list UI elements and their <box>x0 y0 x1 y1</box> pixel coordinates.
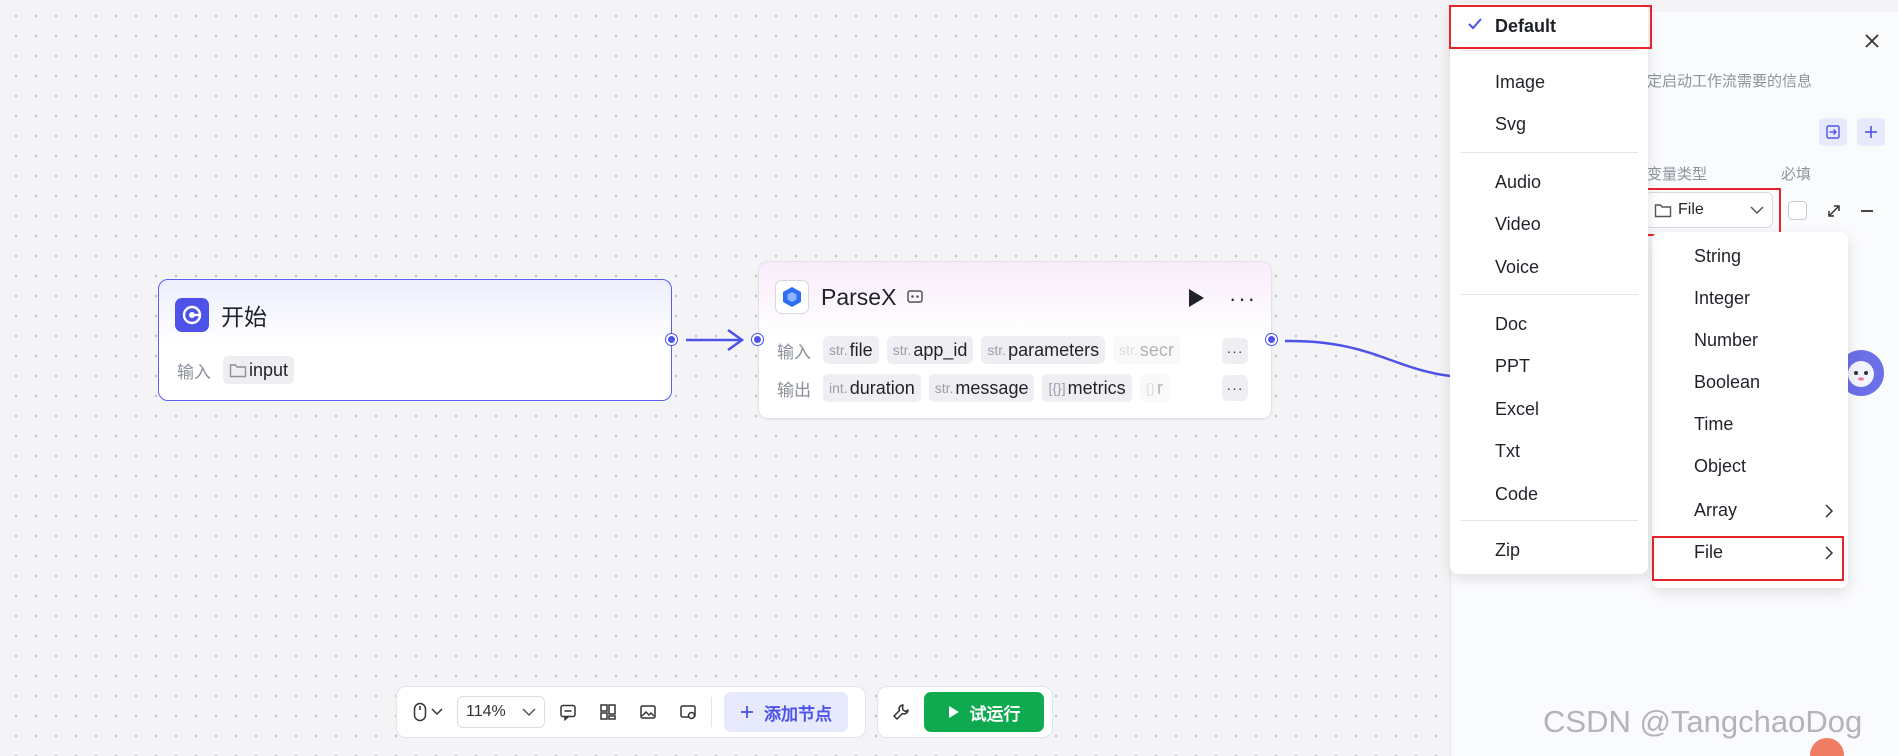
start-node[interactable]: 开始 输入 input <box>158 279 672 401</box>
minimap-button[interactable] <box>631 695 665 729</box>
plugin-badge-icon <box>907 290 924 303</box>
param-tag: str. secr <box>1113 336 1180 364</box>
param-tag: int. duration <box>823 374 921 402</box>
chevron-down-icon <box>522 707 536 716</box>
required-checkbox[interactable] <box>1788 201 1807 220</box>
divider <box>1460 520 1638 521</box>
auto-layout-button[interactable] <box>591 695 625 729</box>
divider <box>1460 152 1638 153</box>
menu-item-ppt[interactable]: PPT <box>1495 356 1530 377</box>
menu-item-array[interactable]: Array <box>1694 500 1737 521</box>
remove-variable-icon[interactable] <box>1859 202 1875 220</box>
start-icon <box>175 298 209 332</box>
default-item-highlight <box>1449 5 1652 49</box>
divider <box>711 697 712 727</box>
menu-item-number[interactable]: Number <box>1694 330 1758 351</box>
param-tag: str. app_id <box>886 336 974 364</box>
menu-item-time[interactable]: Time <box>1694 414 1733 435</box>
start-output-port[interactable] <box>666 334 677 345</box>
menu-item-doc[interactable]: Doc <box>1495 314 1527 335</box>
menu-item-audio[interactable]: Audio <box>1495 172 1541 193</box>
menu-item-zip[interactable]: Zip <box>1495 540 1520 561</box>
menu-item-txt[interactable]: Txt <box>1495 441 1520 462</box>
input-row-label: 输入 <box>777 342 811 362</box>
screenshot-icon <box>680 705 696 720</box>
import-icon <box>1826 125 1840 139</box>
close-icon[interactable] <box>1863 32 1881 50</box>
variable-tag: input <box>223 356 295 384</box>
menu-item-string[interactable]: String <box>1694 246 1741 267</box>
node-title: 开始 <box>221 304 267 330</box>
panel-description: 定启动工作流需要的信息 <box>1647 73 1813 90</box>
import-button[interactable] <box>1819 118 1847 146</box>
column-header-required: 必填 <box>1781 166 1812 183</box>
param-tag: {} r <box>1139 374 1169 402</box>
chevron-right-icon <box>1824 504 1834 518</box>
inputs-more-button[interactable]: ··· <box>1222 338 1248 364</box>
node-title: ParseX <box>821 283 897 310</box>
chevron-down-icon <box>431 708 443 716</box>
play-icon <box>948 706 959 718</box>
param-tag: str. parameters <box>981 336 1106 364</box>
menu-item-excel[interactable]: Excel <box>1495 399 1539 420</box>
run-toolbar: 试运行 <box>877 686 1053 738</box>
menu-item-voice[interactable]: Voice <box>1495 257 1539 278</box>
zoom-select[interactable]: 114% <box>457 696 545 728</box>
plus-icon <box>741 706 753 718</box>
run-node-icon[interactable] <box>1187 288 1205 308</box>
column-header-type: 变量类型 <box>1647 166 1708 183</box>
selected-type-highlight <box>1643 188 1781 236</box>
menu-item-boolean[interactable]: Boolean <box>1694 372 1760 393</box>
param-tag: str. message <box>928 374 1035 402</box>
file-item-highlight <box>1652 536 1844 581</box>
wrench-icon <box>893 704 909 720</box>
menu-item-integer[interactable]: Integer <box>1694 288 1750 309</box>
parsex-node[interactable]: ParseX ··· 输入 str. file str. app_id str. pa… <box>758 261 1272 419</box>
menu-item-image[interactable]: Image <box>1495 72 1545 93</box>
debug-settings-button[interactable] <box>884 695 918 729</box>
mouse-icon <box>413 702 427 722</box>
image-icon <box>640 705 656 719</box>
expand-icon[interactable] <box>1825 202 1843 220</box>
input-row-label: 输入 <box>177 362 211 382</box>
parsex-output-port[interactable] <box>1266 334 1277 345</box>
canvas-toolbar: 114% 添加节点 <box>396 686 866 738</box>
outputs-more-button[interactable]: ··· <box>1222 375 1248 401</box>
parsex-input-port[interactable] <box>752 334 763 345</box>
parsex-logo-icon <box>775 280 809 314</box>
menu-item-video[interactable]: Video <box>1495 214 1541 235</box>
divider <box>1460 294 1638 295</box>
comment-icon <box>560 704 576 721</box>
output-row-label: 输出 <box>777 380 811 400</box>
add-variable-button[interactable] <box>1857 118 1885 146</box>
menu-item-object[interactable]: Object <box>1694 456 1746 477</box>
file-subtype-menu: Default Image Svg Audio Video Voice Doc … <box>1450 4 1648 574</box>
divider <box>1460 50 1638 51</box>
comment-button[interactable] <box>551 695 585 729</box>
add-node-button[interactable]: 添加节点 <box>724 692 848 732</box>
watermark: CSDN @TangchaoDog <box>1543 704 1863 739</box>
variable-type-menu: String Integer Number Boolean Time Objec… <box>1652 232 1848 588</box>
param-tag: str. file <box>823 336 879 364</box>
menu-item-svg[interactable]: Svg <box>1495 114 1526 135</box>
plus-icon <box>1865 126 1877 138</box>
param-tag: [{}] metrics <box>1042 374 1132 402</box>
test-run-button[interactable]: 试运行 <box>924 692 1044 732</box>
layout-icon <box>600 704 616 720</box>
node-more-icon[interactable]: ··· <box>1229 286 1257 312</box>
export-button[interactable] <box>671 695 705 729</box>
menu-item-code[interactable]: Code <box>1495 484 1538 505</box>
interaction-mode-button[interactable] <box>405 695 451 729</box>
folder-icon <box>229 364 247 378</box>
